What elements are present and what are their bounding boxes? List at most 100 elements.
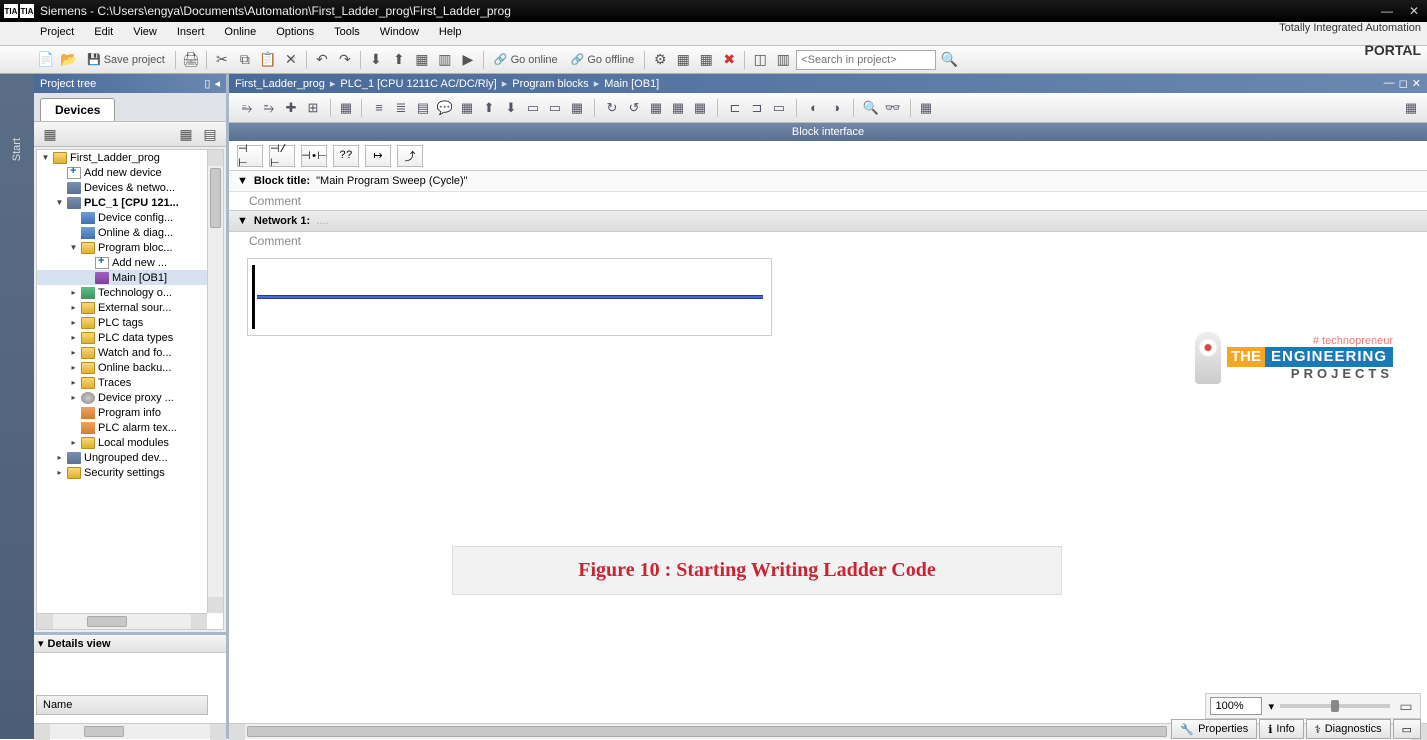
search-go-button[interactable]: 🔍 xyxy=(939,50,959,70)
redo-button[interactable]: ↷ xyxy=(335,50,355,70)
tree-expander-icon[interactable]: ▸ xyxy=(69,318,78,327)
breadcrumb-item[interactable]: PLC_1 [CPU 1211C AC/DC/Rly] xyxy=(340,78,496,90)
et-btn-1[interactable]: ⥱ xyxy=(237,98,257,118)
list-view-button[interactable]: ▤ xyxy=(200,124,220,144)
et-btn-3[interactable]: ✚ xyxy=(281,98,301,118)
et-btn-8[interactable]: ▤ xyxy=(413,98,433,118)
details-header[interactable]: ▾ Details view xyxy=(34,635,226,653)
print-button[interactable]: 🖨 xyxy=(181,50,201,70)
lad-empty-box-button[interactable]: ?? xyxy=(333,145,359,167)
tree-expander-icon[interactable]: ▸ xyxy=(69,333,78,342)
go-offline-button[interactable]: 🔗 Go offline xyxy=(566,50,640,70)
tree-item[interactable]: ▸Local modules xyxy=(37,435,207,450)
chevron-down-icon[interactable]: ▼ xyxy=(237,175,248,187)
menu-insert[interactable]: Insert xyxy=(167,22,215,45)
block-title-value[interactable]: "Main Program Sweep (Cycle)" xyxy=(316,175,467,187)
et-btn-24[interactable]: ◐ xyxy=(804,98,824,118)
grid-view-button[interactable]: ▦ xyxy=(176,124,196,144)
tree-item[interactable]: PLC alarm tex... xyxy=(37,420,207,435)
tree-expander-icon[interactable]: ▸ xyxy=(69,378,78,387)
save-project-button[interactable]: 💾 Save project xyxy=(82,50,170,70)
tree-item[interactable]: Add new ... xyxy=(37,255,207,270)
tree-expander-icon[interactable]: ▸ xyxy=(69,303,78,312)
split-v-button[interactable]: ▥ xyxy=(773,50,793,70)
et-btn-10[interactable]: ▦ xyxy=(457,98,477,118)
zoom-fit-button[interactable]: ▭ xyxy=(1396,696,1416,716)
breadcrumb-item[interactable]: Main [OB1] xyxy=(604,78,659,90)
sidebar-pin-button[interactable]: ▯ xyxy=(204,77,210,90)
et-btn-28[interactable]: ▦ xyxy=(916,98,936,118)
et-btn-27[interactable]: 👓 xyxy=(883,98,903,118)
et-btn-21[interactable]: ⊏ xyxy=(725,98,745,118)
menu-view[interactable]: View xyxy=(123,22,167,45)
et-btn-22[interactable]: ⊐ xyxy=(747,98,767,118)
editor-min-button[interactable]: — xyxy=(1384,77,1395,90)
et-btn-16[interactable]: ↻ xyxy=(602,98,622,118)
lad-nc-contact-button[interactable]: ⊣/⊢ xyxy=(269,145,295,167)
et-btn-5[interactable]: ▦ xyxy=(336,98,356,118)
et-btn-15[interactable]: ▦ xyxy=(567,98,587,118)
sim-button[interactable]: ▥ xyxy=(435,50,455,70)
et-btn-11[interactable]: ⬆ xyxy=(479,98,499,118)
details-scrollbar-h[interactable] xyxy=(34,723,226,739)
menu-help[interactable]: Help xyxy=(429,22,472,45)
panel-toggle-button[interactable]: ▭ xyxy=(1393,719,1421,739)
et-btn-6[interactable]: ≡ xyxy=(369,98,389,118)
tree-item[interactable]: Program info xyxy=(37,405,207,420)
et-btn-right[interactable]: ▦ xyxy=(1401,98,1421,118)
menu-options[interactable]: Options xyxy=(266,22,324,45)
network-comment[interactable]: Comment xyxy=(229,232,1427,250)
zoom-dropdown-button[interactable]: ▾ xyxy=(1268,700,1274,713)
delete-button[interactable]: ✕ xyxy=(281,50,301,70)
menu-project[interactable]: Project xyxy=(30,22,84,45)
tree-item[interactable]: Add new device xyxy=(37,165,207,180)
menu-online[interactable]: Online xyxy=(214,22,266,45)
lad-branch-close-button[interactable]: ⤴ xyxy=(397,145,423,167)
breadcrumb-item[interactable]: First_Ladder_prog xyxy=(235,78,325,90)
tree-item[interactable]: ▸Watch and fo... xyxy=(37,345,207,360)
et-btn-13[interactable]: ▭ xyxy=(523,98,543,118)
search-input[interactable] xyxy=(796,50,936,70)
lad-branch-open-button[interactable]: ↦ xyxy=(365,145,391,167)
lad-no-contact-button[interactable]: ⊣ ⊢ xyxy=(237,145,263,167)
download-button[interactable]: ⬇ xyxy=(366,50,386,70)
et-btn-4[interactable]: ⊞ xyxy=(303,98,323,118)
tree-expander-icon[interactable]: ▸ xyxy=(69,288,78,297)
tree-item[interactable]: ▼PLC_1 [CPU 121... xyxy=(37,195,207,210)
properties-tab[interactable]: 🔧 Properties xyxy=(1171,719,1257,739)
editor-max-button[interactable]: ◻ xyxy=(1399,77,1408,90)
tree-item[interactable]: Main [OB1] xyxy=(37,270,207,285)
et-btn-18[interactable]: ▦ xyxy=(646,98,666,118)
cut-button[interactable]: ✂ xyxy=(212,50,232,70)
info-tab[interactable]: ℹ Info xyxy=(1259,719,1304,739)
split-h-button[interactable]: ◫ xyxy=(750,50,770,70)
et-btn-9[interactable]: 💬 xyxy=(435,98,455,118)
menu-edit[interactable]: Edit xyxy=(84,22,123,45)
tree-item[interactable]: ▸PLC tags xyxy=(37,315,207,330)
tree-item[interactable]: ▸Technology o... xyxy=(37,285,207,300)
tree-expander-icon[interactable]: ▸ xyxy=(69,393,78,402)
copy-button[interactable]: ⧉ xyxy=(235,50,255,70)
paste-button[interactable]: 📋 xyxy=(258,50,278,70)
tool-b-button[interactable]: ▦ xyxy=(673,50,693,70)
block-comment[interactable]: Comment xyxy=(229,192,1427,210)
tree-item[interactable]: ▸Device proxy ... xyxy=(37,390,207,405)
tree-item[interactable]: ▸External sour... xyxy=(37,300,207,315)
compile-button[interactable]: ▦ xyxy=(412,50,432,70)
et-btn-12[interactable]: ⬇ xyxy=(501,98,521,118)
new-project-button[interactable]: 📄 xyxy=(36,50,56,70)
tool-d-button[interactable]: ✖ xyxy=(719,50,739,70)
diagnostics-tab[interactable]: ⚕ Diagnostics xyxy=(1306,719,1391,739)
tool-c-button[interactable]: ▦ xyxy=(696,50,716,70)
et-btn-26[interactable]: 🔍 xyxy=(861,98,881,118)
tree-expander-icon[interactable]: ▸ xyxy=(69,363,78,372)
devices-tab[interactable]: Devices xyxy=(40,98,115,121)
zoom-select[interactable]: 100% xyxy=(1210,697,1262,715)
et-btn-20[interactable]: ▦ xyxy=(690,98,710,118)
et-btn-14[interactable]: ▭ xyxy=(545,98,565,118)
et-btn-23[interactable]: ▭ xyxy=(769,98,789,118)
menu-tools[interactable]: Tools xyxy=(324,22,370,45)
tree-item[interactable]: ▸Traces xyxy=(37,375,207,390)
et-btn-2[interactable]: ⥲ xyxy=(259,98,279,118)
lad-coil-button[interactable]: ⊣•⊢ xyxy=(301,145,327,167)
